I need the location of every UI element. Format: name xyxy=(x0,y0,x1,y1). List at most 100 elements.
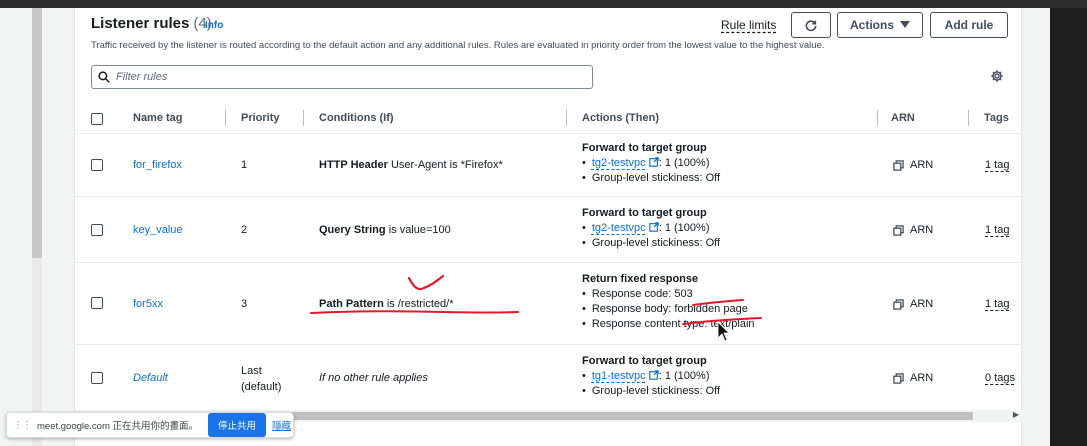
condition-detail: is /restricted/* xyxy=(386,298,454,310)
arn-label: ARN xyxy=(910,224,934,236)
col-actions[interactable]: Actions (Then) xyxy=(582,112,659,124)
scroll-right-arrow-icon[interactable]: ▶ xyxy=(1013,410,1019,419)
row-checkbox[interactable] xyxy=(91,297,103,309)
tags-popover[interactable]: 1 tag xyxy=(985,159,1009,171)
action-title: Return fixed response xyxy=(582,273,699,285)
target-group-item: tg1-testvpc : 1 (100%) xyxy=(582,370,720,382)
rule-name-link[interactable]: key_value xyxy=(133,224,183,236)
rule-condition: Query String is value=100 xyxy=(319,224,451,236)
col-priority[interactable]: Priority xyxy=(241,112,280,124)
col-tags[interactable]: Tags xyxy=(984,112,1009,124)
action-title: Forward to target group xyxy=(582,142,707,154)
drag-handle-icon[interactable]: ⋮⋮ xyxy=(13,420,32,431)
rule-priority: 2 xyxy=(241,224,248,236)
add-rule-button[interactable]: Add rule xyxy=(930,12,1008,38)
right-gutter xyxy=(1030,8,1050,446)
arn-label: ARN xyxy=(910,372,934,384)
action-title: Forward to target group xyxy=(582,355,707,367)
screen-share-bar: ⋮⋮ meet.google.com 正在共用你的畫面。 停止共用 隱藏 xyxy=(6,412,294,438)
action-title: Forward to target group xyxy=(582,207,707,219)
target-group-weight: : 1 (100%) xyxy=(658,157,710,169)
row-checkbox[interactable] xyxy=(91,224,103,236)
arn-copy[interactable]: ARN xyxy=(893,224,933,236)
select-all-checkbox[interactable] xyxy=(91,113,103,125)
refresh-button[interactable] xyxy=(791,12,831,38)
col-divider[interactable] xyxy=(968,110,969,126)
window-top-bar xyxy=(0,0,1087,8)
rule-priority: 3 xyxy=(241,298,248,310)
rule-action: Forward to target group tg2-testvpc : 1 … xyxy=(582,207,720,249)
tags-popover[interactable]: 1 tag xyxy=(985,298,1009,310)
priority-line: (default) xyxy=(241,381,282,393)
search-icon xyxy=(98,71,110,83)
listener-rules-card: Listener rules (4) Info Traffic received … xyxy=(74,8,1023,446)
copy-icon xyxy=(893,159,904,171)
col-conditions[interactable]: Conditions (If) xyxy=(319,112,394,124)
target-group-link[interactable]: tg2-testvpc xyxy=(592,157,646,169)
filter-rules-box[interactable] xyxy=(91,65,593,89)
arn-copy[interactable]: ARN xyxy=(893,159,933,171)
target-group-link[interactable]: tg1-testvpc xyxy=(592,370,646,382)
col-divider[interactable] xyxy=(566,110,567,126)
stickiness-item: Group-level stickiness: Off xyxy=(582,385,720,397)
arn-copy[interactable]: ARN xyxy=(893,372,933,384)
condition-type: Query String xyxy=(319,224,386,236)
rule-condition: Path Pattern is /restricted/* xyxy=(319,298,454,310)
rule-action: Forward to target group tg2-testvpc : 1 … xyxy=(582,142,720,184)
section-description: Traffic received by the listener is rout… xyxy=(91,40,825,51)
vertical-scrollbar-thumb[interactable] xyxy=(32,8,42,258)
external-link-icon[interactable] xyxy=(648,222,659,232)
content-panel: Listener rules (4) Info Traffic received … xyxy=(42,8,1030,446)
tags-popover[interactable]: 1 tag xyxy=(985,224,1009,236)
table-header: Name tag Priority Conditions (If) Action… xyxy=(75,104,1023,134)
rule-name-link[interactable]: Default xyxy=(133,372,168,384)
caret-down-icon xyxy=(900,21,910,28)
table-row: for_firefox 1 HTTP Header User-Agent is … xyxy=(75,134,1023,197)
condition-detail: User-Agent is *Firefox* xyxy=(390,159,503,171)
rule-priority: 1 xyxy=(241,159,248,171)
target-group-weight: : 1 (100%) xyxy=(658,222,710,234)
col-divider[interactable] xyxy=(303,110,304,126)
stickiness-item: Group-level stickiness: Off xyxy=(582,237,720,249)
rule-name-link[interactable]: for_firefox xyxy=(133,159,182,171)
rule-limits-link[interactable]: Rule limits xyxy=(721,18,776,32)
copy-icon xyxy=(893,298,904,310)
external-link-icon[interactable] xyxy=(648,157,659,167)
condition-type: Path Pattern xyxy=(319,298,384,310)
arn-label: ARN xyxy=(910,298,934,310)
rule-name-link[interactable]: for5xx xyxy=(133,298,163,310)
tags-popover[interactable]: 0 tags xyxy=(985,372,1015,384)
rule-priority: Last (default) xyxy=(241,363,281,395)
preferences-gear-icon[interactable] xyxy=(990,69,1004,88)
add-rule-button-label: Add rule xyxy=(944,18,994,32)
copy-icon xyxy=(893,224,904,236)
arn-label: ARN xyxy=(910,159,934,171)
refresh-icon xyxy=(805,20,817,32)
external-link-icon[interactable] xyxy=(648,370,659,380)
screen-share-text: meet.google.com 正在共用你的畫面。 xyxy=(37,421,199,432)
rule-condition: HTTP Header User-Agent is *Firefox* xyxy=(319,159,503,171)
stop-sharing-button[interactable]: 停止共用 xyxy=(208,413,267,437)
rule-action: Forward to target group tg1-testvpc : 1 … xyxy=(582,355,720,397)
right-dark-edge xyxy=(1050,8,1087,446)
row-checkbox[interactable] xyxy=(91,372,103,384)
rule-action: Return fixed response Response code: 503… xyxy=(582,273,755,330)
col-divider[interactable] xyxy=(225,110,226,126)
table-row: key_value 2 Query String is value=100 Fo… xyxy=(75,197,1023,263)
hide-bar-link[interactable]: 隱藏 xyxy=(272,418,291,432)
info-link[interactable]: Info xyxy=(205,20,223,31)
target-group-item: tg2-testvpc : 1 (100%) xyxy=(582,222,720,234)
rule-condition: If no other rule applies xyxy=(319,372,428,384)
row-checkbox[interactable] xyxy=(91,159,103,171)
target-group-link[interactable]: tg2-testvpc xyxy=(592,222,646,234)
col-name-tag[interactable]: Name tag xyxy=(133,112,183,124)
actions-button[interactable]: Actions xyxy=(837,12,923,38)
col-divider[interactable] xyxy=(877,110,878,126)
section-title: Listener rules (4) xyxy=(91,15,212,32)
copy-icon xyxy=(893,372,904,384)
filter-rules-input[interactable] xyxy=(116,71,536,83)
arn-copy[interactable]: ARN xyxy=(893,298,933,310)
left-gutter xyxy=(0,8,32,446)
col-arn[interactable]: ARN xyxy=(891,112,915,124)
condition-detail: is value=100 xyxy=(388,224,451,236)
